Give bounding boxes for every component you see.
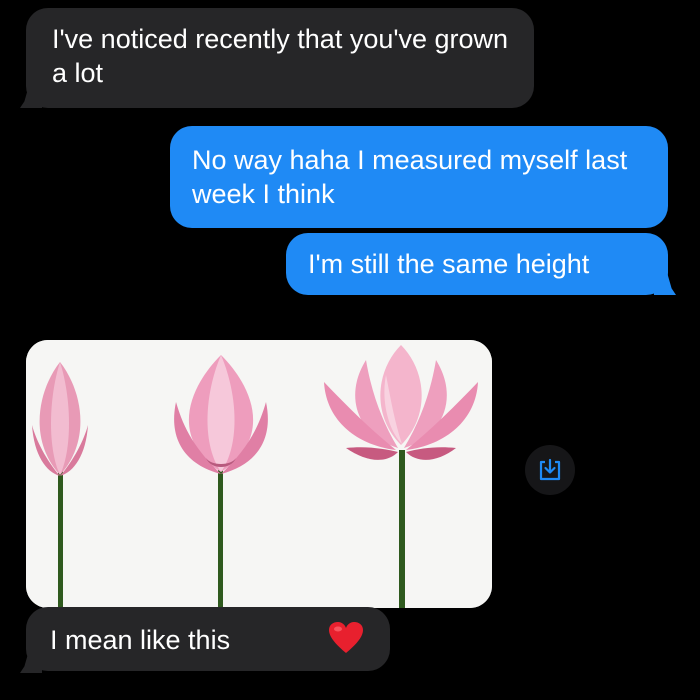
message-text: No way haha I measured myself last week … xyxy=(192,145,628,209)
outgoing-message-bubble[interactable]: No way haha I measured myself last week … xyxy=(170,126,668,228)
incoming-message-bubble[interactable]: I've noticed recently that you've grown … xyxy=(26,8,534,108)
bubble-tail xyxy=(20,651,42,673)
bubble-tail xyxy=(654,273,676,295)
message-text: I mean like this xyxy=(50,625,231,655)
message-text: I've noticed recently that you've grown … xyxy=(52,24,509,88)
save-photo-button[interactable] xyxy=(525,445,575,495)
outgoing-message-bubble[interactable]: I'm still the same height xyxy=(286,233,668,295)
incoming-message-bubble[interactable]: I mean like this xyxy=(26,607,390,671)
save-to-device-icon xyxy=(539,458,561,481)
photo-message[interactable] xyxy=(26,340,492,608)
lotus-photo xyxy=(26,340,492,608)
message-text: I'm still the same height xyxy=(308,249,590,279)
bubble-tail xyxy=(20,86,42,108)
red-heart-icon xyxy=(329,622,363,653)
